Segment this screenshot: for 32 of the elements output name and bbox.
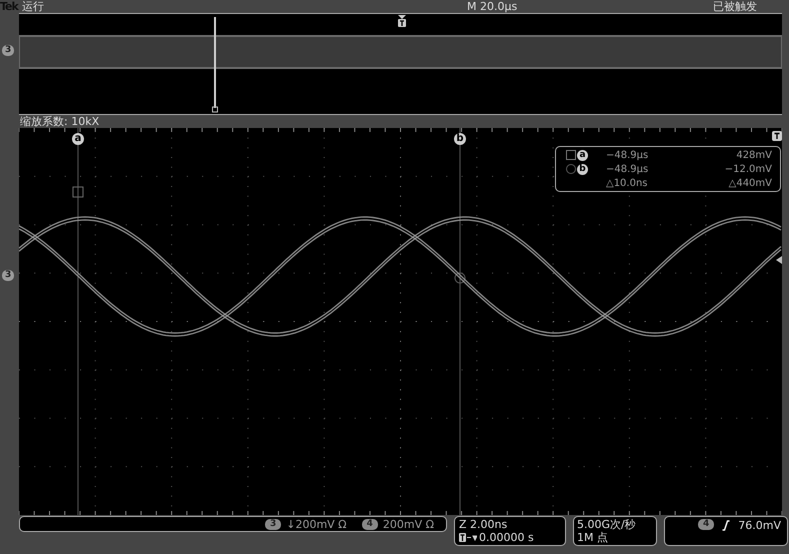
zoom-factor-label: 缩放系数: 10kX — [19, 115, 100, 128]
sample-rate: 5.00G次/秒 — [577, 518, 637, 531]
cursor-label: b — [454, 133, 466, 145]
timebase-label: M 20.0µs — [467, 0, 518, 13]
delta-value: △440mV — [728, 178, 772, 188]
cursor-square-icon — [72, 186, 84, 198]
rising-edge-icon — [722, 520, 730, 531]
trigger-state: 已被触发 — [713, 0, 757, 13]
trigger-delay-icon — [459, 533, 477, 542]
cursor-label: a — [72, 133, 84, 145]
channel-badge: 3 — [264, 518, 282, 530]
square-icon — [566, 150, 576, 160]
circle-icon — [566, 164, 576, 174]
record-length: 1M 点 — [577, 531, 609, 544]
cursor-value: −12.0mV — [724, 164, 772, 174]
channel-badge: 4 — [698, 519, 714, 530]
channel-marker: 3 — [2, 45, 14, 56]
zoom-position: 0.00000 s — [479, 531, 534, 544]
cursor-badge: b — [577, 164, 588, 174]
channel-scale: ↓200mV Ω — [286, 518, 347, 530]
cursor-value: 428mV — [736, 150, 772, 160]
cursor-time: −48.9µs — [606, 150, 650, 160]
channel-marker: 3 — [2, 270, 14, 281]
level-arrow-icon — [776, 256, 782, 264]
trigger-level: 76.0mV — [738, 519, 781, 532]
cursor-badge: a — [577, 150, 588, 160]
channel-badge: 4 — [362, 518, 378, 530]
zoom-scale: Z 2.00ns — [459, 518, 508, 531]
run-state: 运行 — [22, 0, 44, 13]
cursor-time: −48.9µs — [606, 164, 650, 174]
channel-scale: 200mV Ω — [382, 518, 434, 530]
delta-time: △10.0ns — [606, 178, 649, 188]
